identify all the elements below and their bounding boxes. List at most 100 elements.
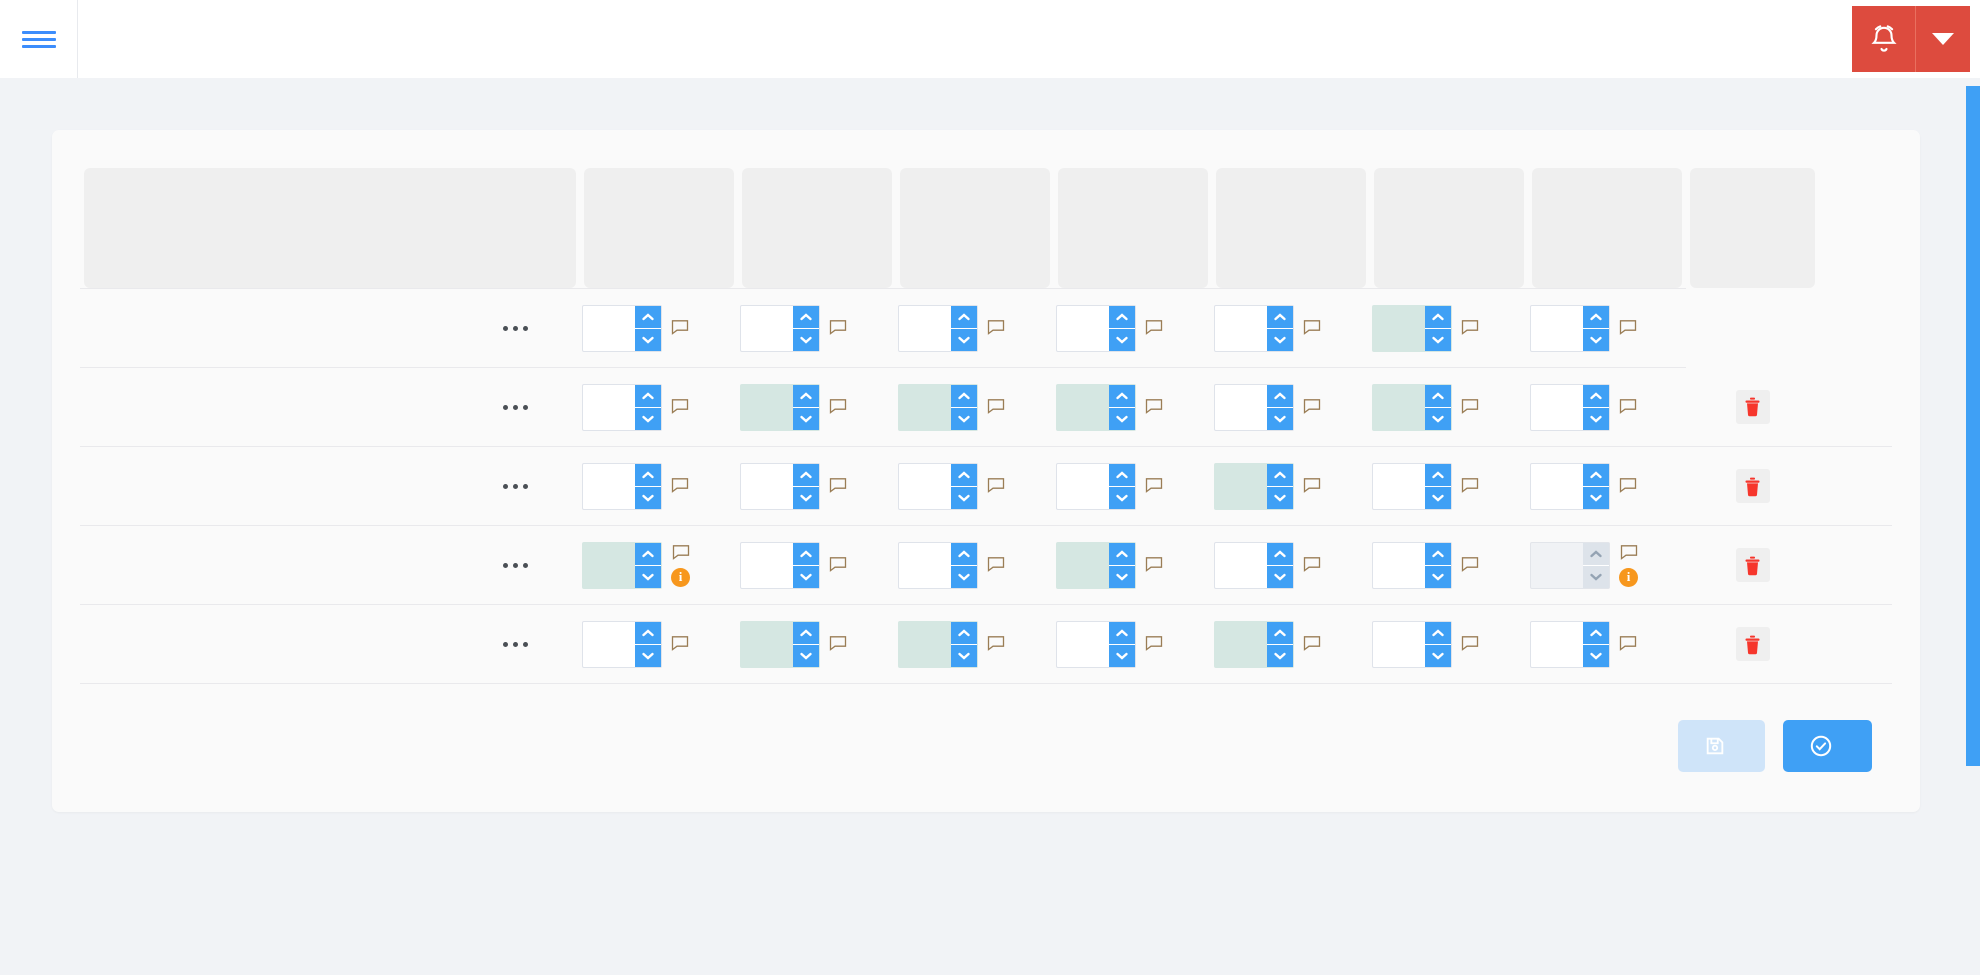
stepper-up-icon[interactable]: [951, 543, 977, 565]
hours-input-r0-d4[interactable]: [1214, 305, 1294, 352]
comment-icon[interactable]: [829, 477, 847, 495]
stepper-up-icon[interactable]: [1583, 464, 1609, 486]
comment-icon[interactable]: [1303, 398, 1321, 416]
hours-input-r4-d6[interactable]: [1530, 621, 1610, 668]
submit-approval-button[interactable]: [1783, 720, 1872, 772]
hours-input-r1-d0[interactable]: [582, 384, 662, 431]
scrollbar-thumb[interactable]: [1966, 86, 1980, 766]
comment-icon[interactable]: [1145, 398, 1163, 416]
stepper-down-icon[interactable]: [793, 328, 819, 351]
stepper-down-icon[interactable]: [951, 565, 977, 588]
stepper-down-icon[interactable]: [951, 328, 977, 351]
comment-icon[interactable]: [1461, 319, 1479, 337]
hours-input-r4-d0[interactable]: [582, 621, 662, 668]
comment-icon[interactable]: [829, 635, 847, 653]
stepper-down-icon[interactable]: [1583, 407, 1609, 430]
hours-input-r2-d3[interactable]: [1056, 463, 1136, 510]
comment-icon[interactable]: [1303, 319, 1321, 337]
stepper-up-icon[interactable]: [1425, 464, 1451, 486]
comment-icon[interactable]: [1620, 544, 1638, 562]
stepper-up-icon[interactable]: [1267, 464, 1293, 486]
hours-input-r3-d4[interactable]: [1214, 542, 1294, 589]
stepper-up-icon[interactable]: [635, 622, 661, 644]
stepper-down-icon[interactable]: [1425, 565, 1451, 588]
comment-icon[interactable]: [1303, 477, 1321, 495]
notification-dropdown-button[interactable]: [1915, 6, 1970, 72]
stepper-up-icon[interactable]: [1267, 306, 1293, 328]
stepper-down-icon[interactable]: [1109, 328, 1135, 351]
stepper-down-icon[interactable]: [1583, 328, 1609, 351]
hours-input-r4-d5[interactable]: [1372, 621, 1452, 668]
comment-icon[interactable]: [1461, 635, 1479, 653]
stepper-down-icon[interactable]: [1109, 644, 1135, 667]
hours-input-r3-d3[interactable]: [1056, 542, 1136, 589]
stepper-up-icon[interactable]: [951, 622, 977, 644]
stepper-down-icon[interactable]: [635, 644, 661, 667]
comment-icon[interactable]: [671, 319, 689, 337]
stepper-up-icon[interactable]: [1267, 385, 1293, 407]
delete-row-button[interactable]: [1736, 390, 1770, 424]
comment-icon[interactable]: [987, 556, 1005, 574]
comment-icon[interactable]: [1461, 398, 1479, 416]
stepper-down-icon[interactable]: [793, 407, 819, 430]
hours-input-r3-d1[interactable]: [740, 542, 820, 589]
hours-input-r4-d4[interactable]: [1214, 621, 1294, 668]
stepper-up-icon[interactable]: [1425, 622, 1451, 644]
hours-input-r0-d0[interactable]: [582, 305, 662, 352]
comment-icon[interactable]: [1145, 319, 1163, 337]
stepper-up-icon[interactable]: [1583, 385, 1609, 407]
stepper-up-icon[interactable]: [635, 306, 661, 328]
comment-icon[interactable]: [829, 398, 847, 416]
hours-input-r0-d2[interactable]: [898, 305, 978, 352]
stepper-down-icon[interactable]: [1583, 486, 1609, 509]
comment-icon[interactable]: [1619, 319, 1637, 337]
stepper-down-icon[interactable]: [635, 407, 661, 430]
stepper-down-icon[interactable]: [635, 565, 661, 588]
comment-icon[interactable]: [987, 319, 1005, 337]
comment-icon[interactable]: [1619, 635, 1637, 653]
hours-input-r0-d3[interactable]: [1056, 305, 1136, 352]
hours-input-r4-d1[interactable]: [740, 621, 820, 668]
info-badge-icon[interactable]: i: [1619, 568, 1638, 587]
stepper-down-icon[interactable]: [1425, 407, 1451, 430]
ellipsis-icon[interactable]: [503, 326, 528, 331]
hours-input-r0-d5[interactable]: [1372, 305, 1452, 352]
stepper-up-icon[interactable]: [1109, 464, 1135, 486]
hours-input-r1-d1[interactable]: [740, 384, 820, 431]
hours-input-r1-d3[interactable]: [1056, 384, 1136, 431]
hours-input-r2-d2[interactable]: [898, 463, 978, 510]
delete-row-button[interactable]: [1736, 548, 1770, 582]
stepper-down-icon[interactable]: [951, 407, 977, 430]
comment-icon[interactable]: [1303, 556, 1321, 574]
stepper-up-icon[interactable]: [1109, 622, 1135, 644]
stepper-up-icon[interactable]: [951, 306, 977, 328]
comment-icon[interactable]: [1303, 635, 1321, 653]
hamburger-icon[interactable]: [0, 0, 78, 78]
stepper-down-icon[interactable]: [1425, 644, 1451, 667]
hours-input-r4-d3[interactable]: [1056, 621, 1136, 668]
hours-input-r3-d2[interactable]: [898, 542, 978, 589]
bell-icon[interactable]: [1852, 6, 1915, 72]
save-draft-button[interactable]: [1678, 720, 1765, 772]
hours-input-r0-d1[interactable]: [740, 305, 820, 352]
comment-icon[interactable]: [1619, 398, 1637, 416]
stepper-up-icon[interactable]: [1267, 543, 1293, 565]
stepper-down-icon[interactable]: [1267, 486, 1293, 509]
vertical-scrollbar[interactable]: [1966, 78, 1980, 975]
hours-input-r1-d5[interactable]: [1372, 384, 1452, 431]
comment-icon[interactable]: [671, 398, 689, 416]
hours-input-r1-d6[interactable]: [1530, 384, 1610, 431]
stepper-up-icon[interactable]: [951, 385, 977, 407]
stepper-down-icon[interactable]: [1583, 644, 1609, 667]
stepper-up-icon[interactable]: [635, 464, 661, 486]
comment-icon[interactable]: [671, 635, 689, 653]
stepper-down-icon[interactable]: [1267, 644, 1293, 667]
comment-icon[interactable]: [1461, 477, 1479, 495]
stepper-down-icon[interactable]: [1267, 328, 1293, 351]
stepper-up-icon[interactable]: [1425, 385, 1451, 407]
stepper-up-icon[interactable]: [793, 306, 819, 328]
stepper-down-icon[interactable]: [951, 486, 977, 509]
hours-input-r3-d5[interactable]: [1372, 542, 1452, 589]
stepper-up-icon[interactable]: [951, 464, 977, 486]
stepper-down-icon[interactable]: [793, 644, 819, 667]
